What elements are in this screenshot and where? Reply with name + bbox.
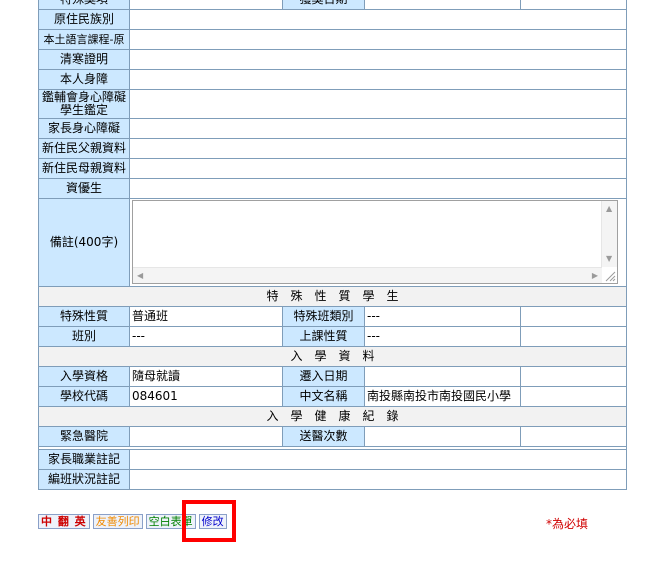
section-special-students: 特 殊 性 質 學 生 [38,286,627,307]
hospital-visits-label: 送醫次數 [282,426,365,447]
scroll-down-icon[interactable]: ▼ [606,254,612,264]
course-nature-label: 上課性質 [282,326,365,347]
native-language-value[interactable] [129,29,627,50]
move-in-date-value [364,366,521,387]
course-nature-value: --- [364,326,521,347]
award-extra-cell [520,0,627,10]
disability-assessment-label: 鑑輔會身心障礙學生鑑定 [38,89,130,119]
parent-occupation-label: 家長職業註記 [38,449,130,470]
school-code-label: 學校代碼 [38,386,130,407]
friendly-print-button[interactable]: 友善列印 [92,514,143,529]
chinese-name-label: 中文名稱 [282,386,365,407]
gifted-student-value[interactable] [129,178,627,199]
section-health: 入 學 健 康 紀 錄 [38,406,627,427]
special-award-value[interactable] [129,0,283,10]
chinese-name-value: 南投縣南投市南投國民小學 [364,386,521,407]
student-record-form: 特殊獎項 獲獎日期 原住民族別 本土語言課程-原 清寒證明 本人身障 鑑輔會身心… [38,0,627,490]
vertical-scrollbar[interactable]: ▲ ▼ [601,201,617,267]
disability-assessment-value[interactable] [129,89,627,119]
class-extra-cell [520,326,627,347]
hospital-visits-value [364,426,521,447]
scroll-right-icon[interactable]: ▶ [592,271,598,281]
section-enrollment: 入 學 資 料 [38,346,627,367]
self-disability-label: 本人身障 [38,69,130,90]
class-placement-value[interactable] [129,469,627,490]
admission-label: 入學資格 [38,366,130,387]
required-note: *為必填 [546,517,589,531]
class-placement-label: 編班狀況註記 [38,469,130,490]
health-extra-cell [520,426,627,447]
new-immigrant-mother-value[interactable] [129,158,627,179]
class-value: --- [129,326,283,347]
poverty-proof-label: 清寒證明 [38,49,130,70]
new-immigrant-father-value[interactable] [129,138,627,159]
award-date-value[interactable] [364,0,521,10]
blank-form-button[interactable]: 空白表單 [145,514,196,529]
special-class-type-value: --- [364,306,521,327]
poverty-proof-value[interactable] [129,49,627,70]
award-date-label: 獲獎日期 [282,0,365,10]
native-language-label: 本土語言課程-原 [38,29,130,50]
school-extra-cell [520,386,627,407]
class-label: 班別 [38,326,130,347]
remarks-label: 備註(400字) [38,198,130,287]
chinese-to-english-button[interactable]: 中 翻 英 [38,514,90,529]
special-nature-label: 特殊性質 [38,306,130,327]
parent-disability-label: 家長身心障礙 [38,118,130,139]
new-immigrant-mother-label: 新住民母親資料 [38,158,130,179]
new-immigrant-father-label: 新住民父親資料 [38,138,130,159]
parent-occupation-value[interactable] [129,449,627,470]
admission-value: 隨母就讀 [129,366,283,387]
gifted-student-label: 資優生 [38,178,130,199]
aboriginal-ethnicity-label: 原住民族別 [38,9,130,30]
aboriginal-ethnicity-value[interactable] [129,9,627,30]
action-toolbar: 中 翻 英 友善列印 空白表單 修改 [38,514,227,532]
resize-grip-icon[interactable] [603,269,616,282]
scroll-up-icon[interactable]: ▲ [606,204,612,214]
horizontal-scrollbar[interactable]: ◀ ▶ [133,267,602,283]
special-class-type-label: 特殊班類別 [282,306,365,327]
remarks-textarea[interactable]: ▲ ▼ ◀ ▶ [132,200,618,284]
edit-button[interactable]: 修改 [198,514,227,529]
parent-disability-value[interactable] [129,118,627,139]
special-award-label: 特殊獎項 [38,0,130,10]
self-disability-value[interactable] [129,69,627,90]
special-nature-value: 普通班 [129,306,283,327]
emergency-hospital-label: 緊急醫院 [38,426,130,447]
move-in-date-label: 遷入日期 [282,366,365,387]
special-extra-cell [520,306,627,327]
school-code-value: 084601 [129,386,283,407]
remarks-cell: ▲ ▼ ◀ ▶ [129,198,627,287]
move-in-extra-cell [520,366,627,387]
scroll-left-icon[interactable]: ◀ [137,271,143,281]
emergency-hospital-value [129,426,283,447]
